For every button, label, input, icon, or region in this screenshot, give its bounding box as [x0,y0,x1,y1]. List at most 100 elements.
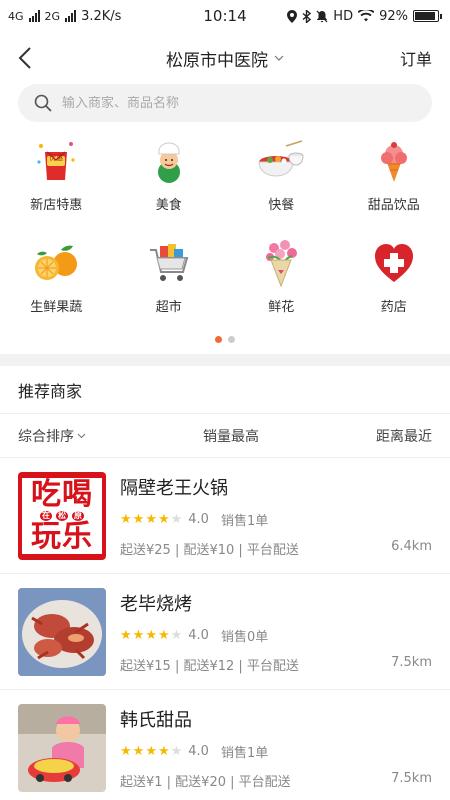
cake-photo [18,703,106,792]
rating-value: 4.0 [188,511,209,527]
section-title: 推荐商家 [0,366,450,414]
shop-item[interactable]: 老毕烧烤 ★ ★ ★ ★ ★ 4.0 销售0单 起送¥15 | 配送¥12 | 平台配送… [0,574,450,690]
status-bar: 4G 2G 3.2K/s 10:14 HD 92% [0,0,450,32]
category-fresh-produce[interactable]: 生鲜果蔬 [0,230,113,332]
logo-text-bottom: 玩乐 [31,518,93,554]
rating-row: ★ ★ ★ ★ ★ 4.0 销售1单 [120,742,432,761]
chevron-down-icon [77,433,86,438]
star-icon: ★ [170,511,183,527]
star-icon: ★ [157,511,170,527]
shop-photo [18,703,106,792]
back-icon[interactable] [18,46,32,70]
location-icon [287,9,298,23]
sort-label: 距离最近 [376,428,432,445]
noodle-bowl-icon [256,136,306,186]
category-food[interactable]: 美食 [113,128,226,230]
top-nav: 松原市中医院 订单 [0,32,450,84]
carousel-dot[interactable] [228,335,235,343]
signal-icon [28,10,40,22]
star-icon: ★ [120,743,132,759]
sales-count: 销售1单 [220,745,269,761]
wifi-icon [358,10,375,22]
shop-photo [18,587,106,676]
network-type-1: 4G [8,9,24,23]
star-rating: ★ ★ ★ ★ ★ [120,745,182,758]
fee-row: 起送¥1 | 配送¥20 | 平台配送 7.5km [120,771,432,790]
ice-cream-icon [369,136,419,186]
section-divider [0,354,450,366]
category-label: 药店 [380,300,407,315]
star-icon: ★ [145,511,157,527]
rating-value: 4.0 [188,743,209,759]
shop-item[interactable]: 韩氏甜品 ★ ★ ★ ★ ★ 4.0 销售1单 起送¥1 | 配送¥20 | 平台配送 … [0,690,450,800]
sales-count: 销售1单 [220,513,269,529]
star-icon: ★ [170,743,183,759]
rating-row: ★ ★ ★ ★ ★ 4.0 销售0单 [120,626,432,645]
fee-row: 起送¥25 | 配送¥10 | 平台配送 6.4km [120,539,432,558]
delivery-fees: 起送¥1 | 配送¥20 | 平台配送 [120,774,291,790]
category-grid: 优惠 新店特惠 美食 快餐 甜品饮品 生鲜果蔬 超市 鲜花 药店 [0,128,450,332]
sort-comprehensive[interactable]: 综合排序 [18,426,86,446]
battery-percent: 92% [379,8,408,24]
chevron-down-icon [274,55,284,61]
star-rating: ★ ★ ★ ★ ★ [120,513,182,526]
shop-info: 老毕烧烤 ★ ★ ★ ★ ★ 4.0 销售0单 起送¥15 | 配送¥12 | 平台配送… [120,588,432,676]
category-label: 快餐 [268,198,295,213]
orange-icon [31,238,81,288]
flower-bouquet-icon [256,238,306,288]
coupon-icon: 优惠 [31,136,81,186]
category-label: 新店特惠 [30,198,83,213]
battery-icon [413,10,442,22]
category-label: 美食 [155,198,182,213]
rating-value: 4.0 [188,627,209,643]
network-speed: 3.2K/s [81,8,122,24]
delivery-fees: 起送¥15 | 配送¥12 | 平台配送 [120,658,299,674]
shop-info: 韩氏甜品 ★ ★ ★ ★ ★ 4.0 销售1单 起送¥1 | 配送¥20 | 平台配送 … [120,704,432,792]
pharmacy-heart-icon [369,238,419,288]
star-icon: ★ [157,743,170,759]
location-title: 松原市中医院 [166,50,268,71]
category-pharmacy[interactable]: 药店 [338,230,450,332]
fee-row: 起送¥15 | 配送¥12 | 平台配送 7.5km [120,655,432,674]
star-icon: ★ [132,627,145,643]
star-icon: ★ [120,511,132,527]
star-rating: ★ ★ ★ ★ ★ [120,629,182,642]
shop-item[interactable]: 吃喝 在 松 原 玩乐 隔壁老王火锅 ★ ★ ★ ★ ★ 4.0 销售1单 起送¥25 … [0,458,450,574]
bluetooth-icon [302,9,312,23]
shop-name: 老毕烧烤 [120,593,192,615]
network-type-2: 2G [44,9,61,23]
sort-label: 综合排序 [18,428,74,445]
search-icon [34,94,52,112]
star-icon: ★ [120,627,132,643]
distance: 6.4km [391,538,432,554]
category-supermarket[interactable]: 超市 [113,230,226,332]
search-bar[interactable] [18,84,432,122]
shop-info: 隔壁老王火锅 ★ ★ ★ ★ ★ 4.0 销售1单 起送¥25 | 配送¥10 | 平台… [120,472,432,560]
category-label: 甜品饮品 [367,198,420,213]
location-selector[interactable]: 松原市中医院 [166,46,284,71]
shop-name: 隔壁老王火锅 [120,477,228,499]
order-link[interactable]: 订单 [400,46,432,70]
delivery-fees: 起送¥25 | 配送¥10 | 平台配送 [120,542,299,558]
star-icon: ★ [157,627,170,643]
category-dessert-drinks[interactable]: 甜品饮品 [338,128,450,230]
shop-name: 韩氏甜品 [120,709,192,731]
shop-logo: 吃喝 在 松 原 玩乐 [18,471,106,560]
star-icon: ★ [170,627,183,643]
shopping-cart-icon [144,238,194,288]
category-flowers[interactable]: 鲜花 [225,230,338,332]
sort-sales[interactable]: 销量最高 [203,426,259,446]
category-new-store[interactable]: 优惠 新店特惠 [0,128,113,230]
star-icon: ★ [132,743,145,759]
logo-text-top: 吃喝 [31,476,93,512]
sales-count: 销售0单 [220,629,269,645]
chef-icon [144,136,194,186]
carousel-dot-active[interactable] [215,335,222,343]
sort-label: 销量最高 [203,428,259,445]
status-left: 4G 2G 3.2K/s [8,9,121,24]
search-input[interactable] [62,95,362,111]
signal-icon-2 [65,10,77,22]
sort-distance[interactable]: 距离最近 [376,426,432,446]
category-label: 生鲜果蔬 [30,300,83,315]
category-fast-food[interactable]: 快餐 [225,128,338,230]
